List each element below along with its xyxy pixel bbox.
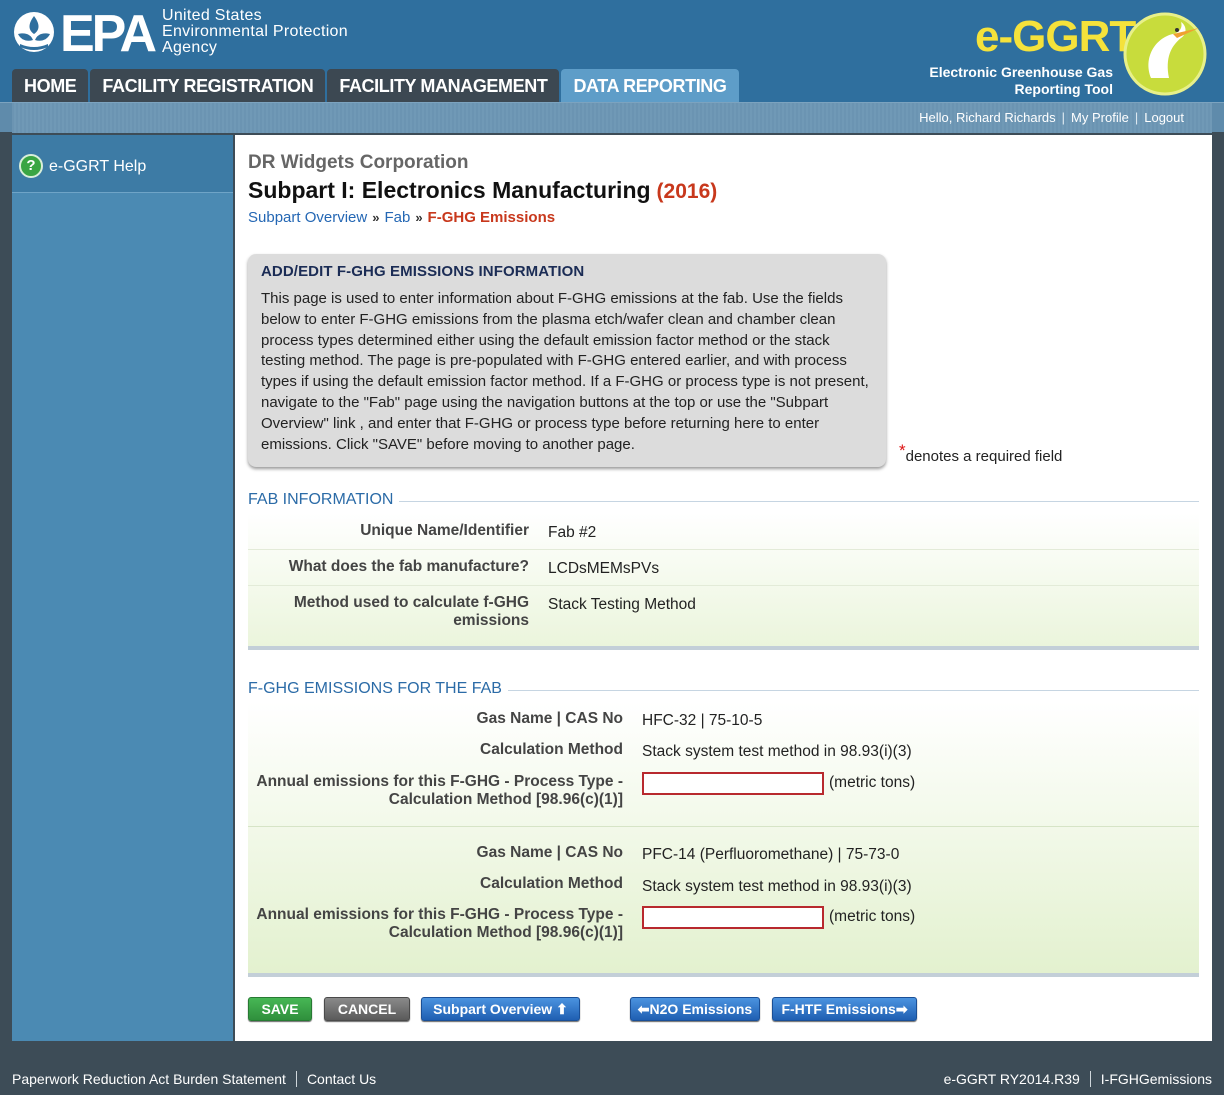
save-button[interactable]: SAVE: [248, 997, 312, 1021]
epa-logo[interactable]: EPA United States Environmental Protecti…: [12, 5, 372, 63]
version-label: e-GGRT RY2014.R39: [943, 1071, 1080, 1087]
reporting-year: (2016): [656, 180, 718, 203]
epa-flower-icon: [14, 12, 54, 52]
section-title: FAB INFORMATION: [248, 491, 1199, 513]
user-links: Hello, Richard Richards | My Profile | Logou…: [913, 110, 1190, 125]
user-greeting: Hello, Richard Richards: [919, 110, 1056, 125]
unit-label: (metric tons): [829, 908, 916, 925]
brand-title: e-GGRT: [975, 12, 1136, 61]
section-title: F-GHG EMISSIONS FOR THE FAB: [248, 680, 1199, 702]
user-bar: Hello, Richard Richards | My Profile | Logou…: [0, 102, 1224, 133]
fab-manufacture-value: LCDsMEMsPVs: [548, 560, 660, 577]
breadcrumb-subpart-overview[interactable]: Subpart Overview: [248, 209, 367, 226]
fab-name-label: Unique Name/Identifier: [360, 522, 529, 539]
company-name: DR Widgets Corporation: [248, 152, 469, 173]
n2o-emissions-button[interactable]: ⬅N2O Emissions: [630, 997, 760, 1021]
epa-abbreviation: EPA: [60, 5, 157, 63]
fab-manufacture-label: What does the fab manufacture?: [288, 558, 529, 575]
sidebar-item-label: e-GGRT Help: [49, 158, 147, 175]
arrow-right-icon: ➡: [895, 1001, 908, 1017]
subpart-overview-button[interactable]: Subpart Overview ⬆: [421, 997, 580, 1021]
breadcrumb-fab[interactable]: Fab: [384, 209, 410, 226]
calculation-method-label: Calculation Method: [480, 741, 623, 758]
main-content: DR Widgets Corporation Subpart I: Electr…: [235, 135, 1212, 1041]
eggrt-brand: e-GGRT Electronic Greenhouse Gas Reporti…: [925, 6, 1215, 98]
fab-row-method: Method used to calculate f-GHG emissions…: [248, 586, 1199, 646]
unit-label: (metric tons): [829, 774, 916, 791]
site-footer: Paperwork Reduction Act Burden Statement…: [0, 1060, 1224, 1095]
brand-subtitle: Electronic Greenhouse Gas Reporting Tool: [929, 64, 1113, 97]
sidebar-item-help[interactable]: ? e-GGRT Help: [12, 135, 233, 193]
logout-link[interactable]: Logout: [1138, 110, 1190, 125]
tab-facility-management[interactable]: FACILITY MANAGEMENT: [327, 69, 560, 102]
calculation-method-value: Stack system test method in 98.93(i)(3): [642, 743, 912, 760]
egret-logo-icon: [1123, 12, 1207, 96]
page-title: Subpart I: Electronics Manufacturing (201…: [248, 177, 718, 203]
required-star: *: [899, 441, 906, 460]
sidebar: ? e-GGRT Help: [12, 135, 233, 1041]
fab-information-section: FAB INFORMATION Unique Name/Identifier F…: [248, 491, 1199, 650]
annual-emissions-input[interactable]: [642, 772, 824, 795]
question-circle-icon: ?: [19, 154, 43, 178]
calculation-method-value: Stack system test method in 98.93(i)(3): [642, 878, 912, 895]
paperwork-link[interactable]: Paperwork Reduction Act Burden Statement: [12, 1071, 286, 1087]
fab-method-value: Stack Testing Method: [548, 596, 696, 613]
gas-name-label: Gas Name | CAS No: [476, 710, 623, 727]
page-id-label: I-FGHGemissions: [1100, 1071, 1212, 1087]
annual-emissions-label: Annual emissions for this F-GHG - Proces…: [256, 773, 623, 808]
arrow-up-icon: ⬆: [552, 1001, 568, 1017]
info-heading: ADD/EDIT F-GHG EMISSIONS INFORMATION: [261, 263, 585, 280]
arrow-left-icon: ⬅: [637, 1001, 650, 1017]
breadcrumb-current: F-GHG Emissions: [427, 209, 556, 226]
tab-home[interactable]: HOME: [12, 69, 89, 102]
info-box: ADD/EDIT F-GHG EMISSIONS INFORMATION Thi…: [248, 254, 886, 467]
agency-name: United States Environmental Protection A…: [162, 7, 348, 56]
gas-name-label: Gas Name | CAS No: [476, 844, 623, 861]
emission-entry: Gas Name | CAS No PFC-14 (Perfluorometha…: [248, 827, 1199, 977]
fhtf-emissions-button[interactable]: F-HTF Emissions➡: [772, 997, 917, 1021]
fab-row-manufacture: What does the fab manufacture? LCDsMEMsP…: [248, 550, 1199, 586]
fab-method-label: Method used to calculate f-GHG emissions: [293, 594, 529, 629]
site-header: EPA United States Environmental Protecti…: [0, 0, 1224, 102]
main-nav-tabs: HOME FACILITY REGISTRATION FACILITY MANA…: [12, 69, 741, 102]
breadcrumb: Subpart Overview» Fab» F-GHG Emissions: [248, 209, 556, 226]
emission-entry: Gas Name | CAS No HFC-32 | 75-10-5 Calcu…: [248, 702, 1199, 827]
info-text: This page is used to enter information a…: [261, 290, 869, 453]
fab-row-name: Unique Name/Identifier Fab #2: [248, 513, 1199, 550]
contact-us-link[interactable]: Contact Us: [307, 1071, 376, 1087]
fab-name-value: Fab #2: [548, 524, 597, 541]
gas-name-value: HFC-32 | 75-10-5: [642, 712, 763, 729]
annual-emissions-input[interactable]: [642, 906, 824, 929]
gas-name-value: PFC-14 (Perfluoromethane) | 75-73-0: [642, 846, 900, 863]
fghg-emissions-section: F-GHG EMISSIONS FOR THE FAB Gas Name | C…: [248, 680, 1199, 977]
my-profile-link[interactable]: My Profile: [1065, 110, 1135, 125]
cancel-button[interactable]: CANCEL: [324, 997, 410, 1021]
tab-facility-registration[interactable]: FACILITY REGISTRATION: [90, 69, 326, 102]
calculation-method-label: Calculation Method: [480, 875, 623, 892]
annual-emissions-label: Annual emissions for this F-GHG - Proces…: [256, 906, 623, 941]
required-field-note: *denotes a required field: [899, 441, 1063, 465]
tab-data-reporting[interactable]: DATA REPORTING: [561, 69, 739, 102]
